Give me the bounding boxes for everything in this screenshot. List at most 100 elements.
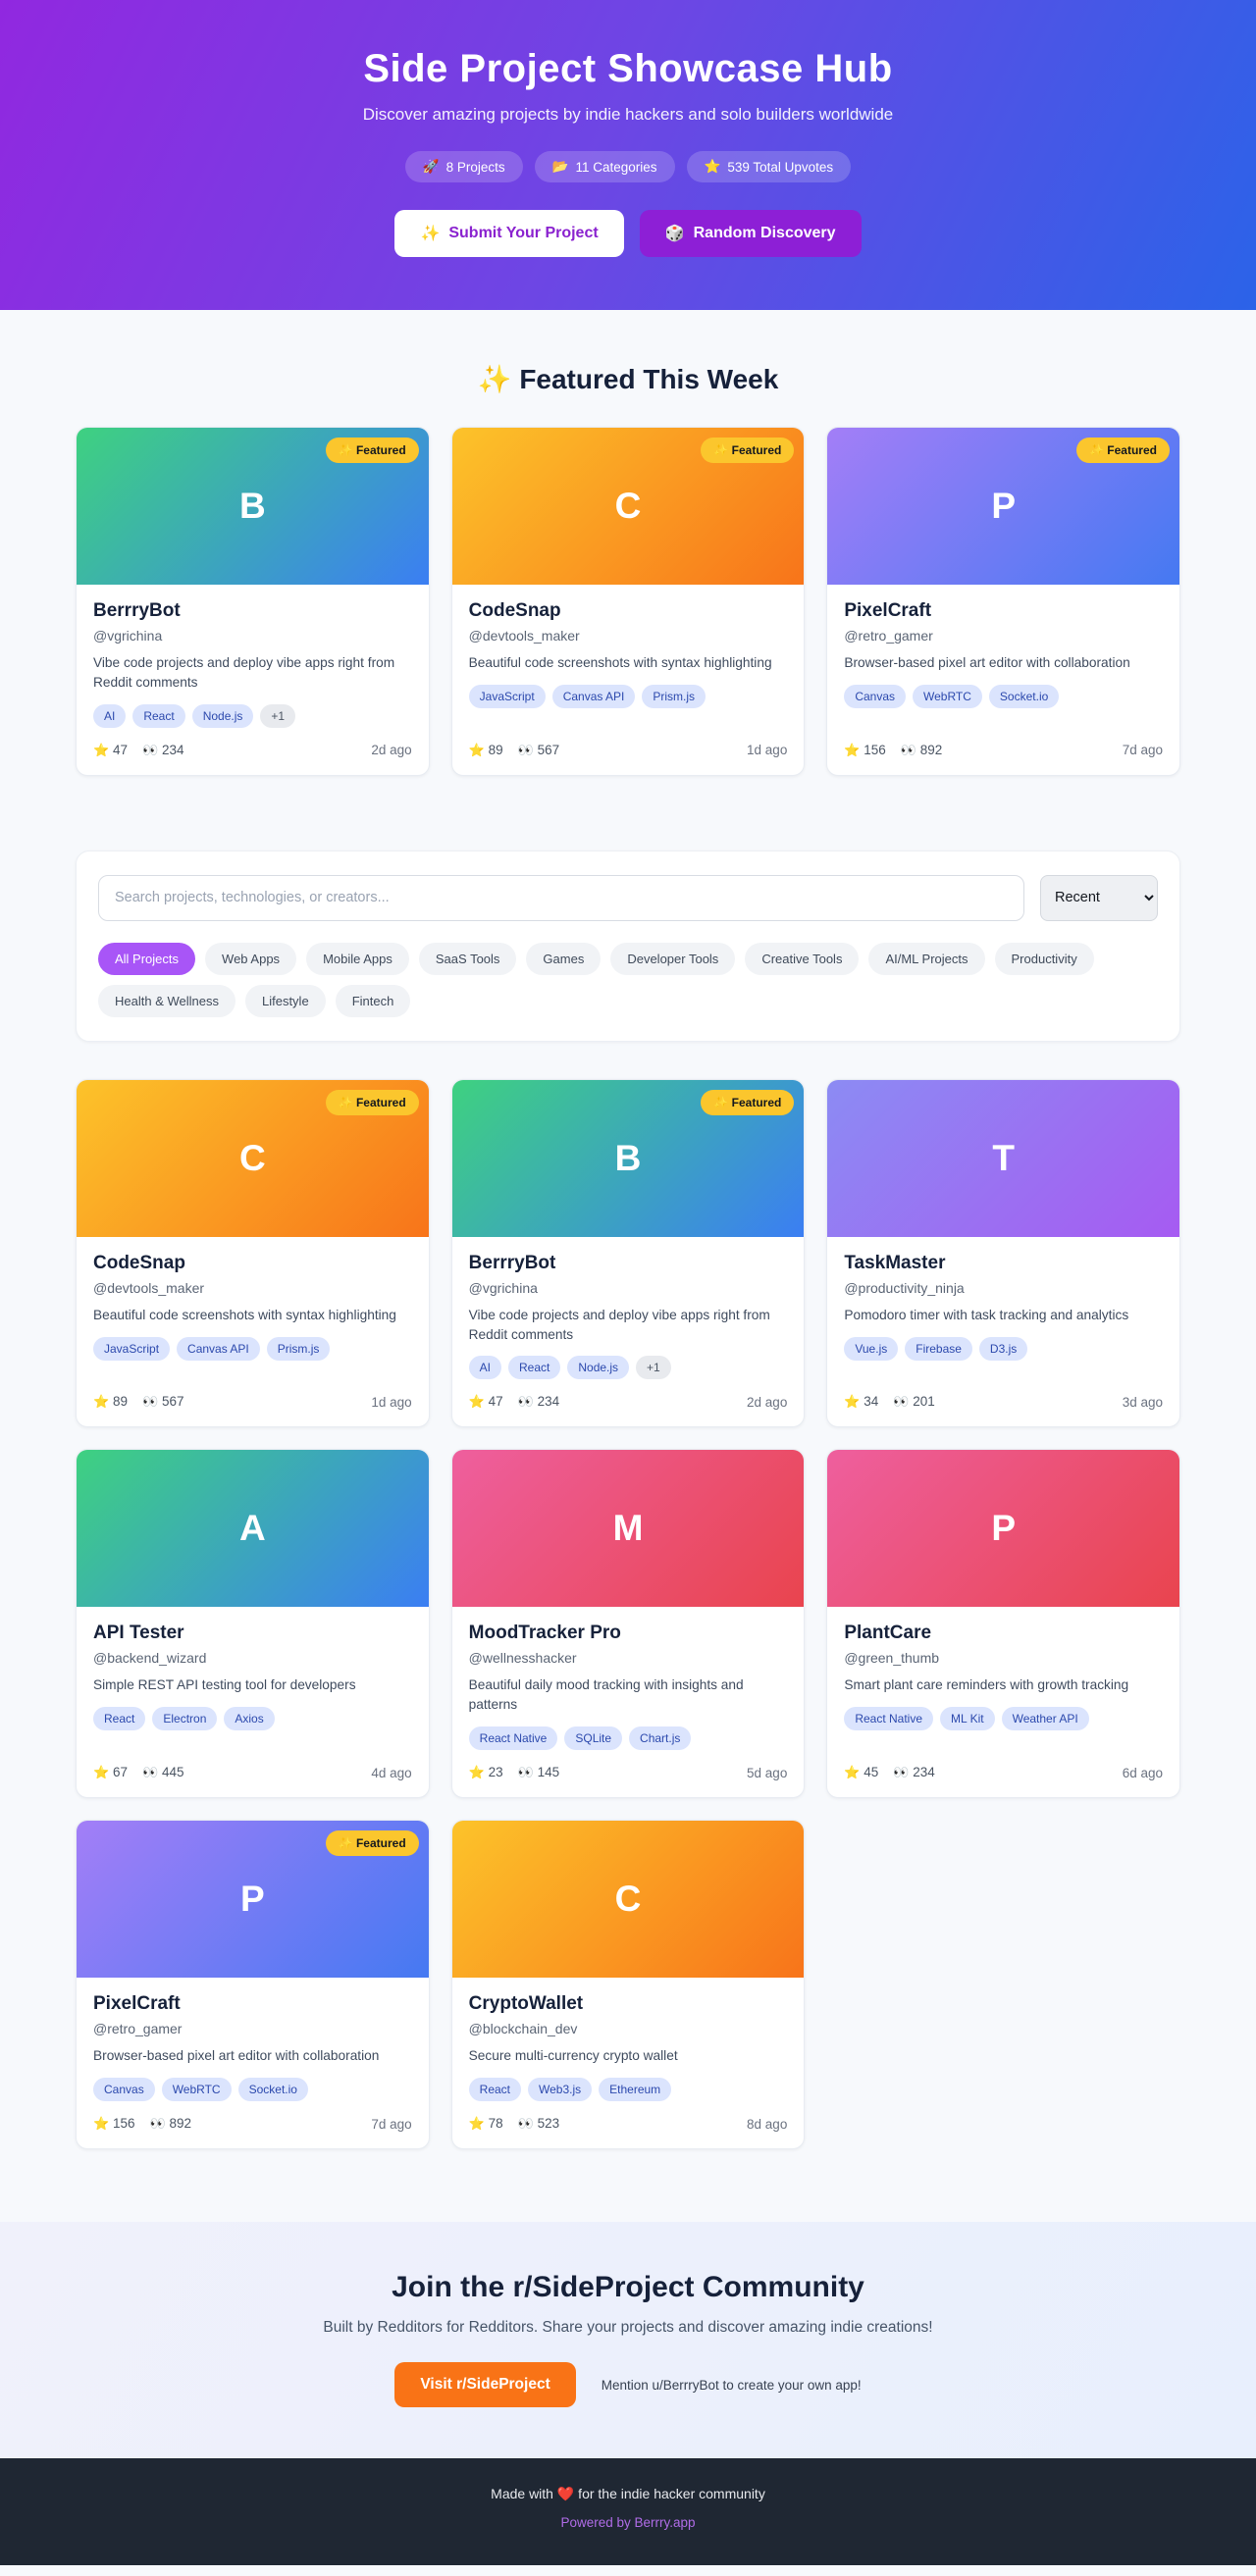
creator-handle[interactable]: @wellnesshacker bbox=[469, 1650, 788, 1666]
powered-by-link[interactable]: Powered by Berrry.app bbox=[560, 2515, 695, 2530]
card-stats: ⭐ 47 👀 234 2d ago bbox=[93, 728, 412, 758]
creator-handle[interactable]: @devtools_maker bbox=[93, 1280, 412, 1296]
project-description: Browser-based pixel art editor with coll… bbox=[93, 2048, 380, 2064]
random-discovery-label: Random Discovery bbox=[693, 225, 836, 241]
filter-chips: All Projects Web Apps Mobile Apps SaaS Tool… bbox=[98, 942, 1158, 1017]
filter-chip-mobile-apps[interactable]: Mobile Apps bbox=[306, 942, 409, 975]
card-stats: ⭐ 45 👀 234 6d ago bbox=[844, 1750, 1163, 1780]
favorite-heart-icon[interactable]: 🤍 bbox=[1134, 1252, 1163, 1275]
page-subtitle: Discover amazing projects by indie hacke… bbox=[362, 105, 894, 124]
filter-chip-web-apps[interactable]: Web Apps bbox=[205, 942, 297, 975]
views-stat: 👀 523 bbox=[517, 2116, 560, 2132]
stat-label: 539 Total Upvotes bbox=[727, 159, 834, 175]
filter-chip-productivity[interactable]: Productivity bbox=[994, 942, 1094, 975]
eyes-icon: 👀 bbox=[141, 742, 159, 757]
filter-chip-lifestyle[interactable]: Lifestyle bbox=[244, 984, 326, 1017]
favorite-heart-icon[interactable]: 🤍 bbox=[384, 1993, 412, 2016]
project-card[interactable]: ✨ Featured P PixelCraft 🤍 @retro_gamer B… bbox=[76, 1820, 430, 2150]
featured-grid: ✨ Featured B BerrryBot 🤍 @vgrichina Vibe… bbox=[76, 427, 1180, 776]
project-card[interactable]: T TaskMaster 🤍 @productivity_ninja Pomod… bbox=[826, 1078, 1180, 1428]
star-icon: ⭐ bbox=[93, 742, 110, 757]
hero-stat-pill: 🚀 8 Projects bbox=[404, 151, 523, 182]
project-card[interactable]: ✨ Featured B BerrryBot 🤍 @vgrichina Vibe… bbox=[76, 427, 430, 776]
project-card[interactable]: M MoodTracker Pro 🤍 @wellnesshacker Beau… bbox=[450, 1449, 806, 1799]
views-stat: 👀 234 bbox=[893, 1765, 935, 1780]
filter-chip-all-projects[interactable]: All Projects bbox=[98, 942, 196, 975]
project-card[interactable]: ✨ Featured P PixelCraft 🤍 @retro_gamer B… bbox=[826, 427, 1180, 776]
favorite-heart-icon[interactable]: 🤍 bbox=[384, 1252, 412, 1275]
creator-handle[interactable]: @blockchain_dev bbox=[469, 2021, 788, 2036]
creator-handle[interactable]: @retro_gamer bbox=[93, 2021, 412, 2036]
filter-chip-fintech[interactable]: Fintech bbox=[335, 984, 411, 1017]
views-stat: 👀 234 bbox=[141, 742, 184, 757]
age-label: 3d ago bbox=[1122, 1394, 1163, 1410]
project-card[interactable]: P PlantCare 🤍 @green_thumb Smart plant c… bbox=[826, 1449, 1180, 1799]
submit-project-button[interactable]: ✨ Submit Your Project bbox=[394, 210, 624, 257]
card-stats: ⭐ 156 👀 892 7d ago bbox=[844, 728, 1163, 758]
project-description: Vibe code projects and deploy vibe apps … bbox=[93, 655, 395, 690]
tag-list: Canvas WebRTC Socket.io bbox=[844, 684, 1163, 708]
filter-chip-developer-tools[interactable]: Developer Tools bbox=[610, 942, 736, 975]
hero-actions: ✨ Submit Your Project 🎲 Random Discovery bbox=[0, 210, 1256, 257]
project-card[interactable]: ✨ Featured C CodeSnap 🤍 @devtools_maker … bbox=[76, 1078, 430, 1428]
star-icon: ⭐ bbox=[468, 742, 485, 757]
tech-tag: Socket.io bbox=[988, 684, 1060, 708]
sort-select[interactable]: Recent bbox=[1040, 874, 1158, 921]
filter-chip-games[interactable]: Games bbox=[526, 942, 602, 975]
favorite-heart-icon[interactable]: 🤍 bbox=[759, 600, 788, 623]
project-card[interactable]: ✨ Featured B BerrryBot 🤍 @vgrichina Vibe… bbox=[450, 1078, 806, 1428]
favorite-heart-icon[interactable]: 🤍 bbox=[1134, 600, 1163, 623]
creator-handle[interactable]: @retro_gamer bbox=[844, 628, 1163, 644]
creator-handle[interactable]: @vgrichina bbox=[93, 628, 412, 644]
projects-grid: ✨ Featured C CodeSnap 🤍 @devtools_maker … bbox=[76, 1078, 1180, 2150]
creator-handle[interactable]: @productivity_ninja bbox=[844, 1280, 1163, 1296]
tech-tag: React bbox=[93, 1707, 146, 1731]
project-letter: M bbox=[612, 1508, 644, 1549]
favorite-heart-icon[interactable]: 🤍 bbox=[384, 1623, 412, 1645]
upvotes-stat: ⭐ 23 bbox=[468, 1765, 503, 1780]
search-input[interactable] bbox=[98, 874, 1024, 921]
filter-chip-creative-tools[interactable]: Creative Tools bbox=[745, 942, 860, 975]
project-card[interactable]: A API Tester 🤍 @backend_wizard Simple RE… bbox=[76, 1449, 430, 1799]
tech-tag: AI bbox=[468, 1356, 501, 1380]
tech-tag: Canvas bbox=[93, 2078, 155, 2102]
creator-handle[interactable]: @backend_wizard bbox=[93, 1650, 412, 1666]
card-stats: ⭐ 23 👀 145 5d ago bbox=[469, 1750, 788, 1780]
visit-subreddit-button[interactable]: Visit r/SideProject bbox=[394, 2362, 576, 2408]
creator-handle[interactable]: @green_thumb bbox=[844, 1650, 1163, 1666]
project-letter: P bbox=[239, 1879, 265, 1920]
age-label: 2d ago bbox=[747, 1394, 788, 1410]
favorite-heart-icon[interactable]: 🤍 bbox=[759, 1623, 788, 1645]
stat-label: 11 Categories bbox=[575, 159, 657, 175]
project-title: MoodTracker Pro bbox=[468, 1623, 621, 1644]
creator-handle[interactable]: @vgrichina bbox=[469, 1280, 788, 1296]
project-card[interactable]: ✨ Featured C CodeSnap 🤍 @devtools_maker … bbox=[450, 427, 806, 776]
filter-chip-health-wellness[interactable]: Health & Wellness bbox=[98, 984, 236, 1017]
project-description: Pomodoro timer with task tracking and an… bbox=[844, 1307, 1129, 1322]
project-title: BerrryBot bbox=[93, 600, 181, 621]
project-title: PixelCraft bbox=[93, 1993, 181, 2015]
views-stat: 👀 234 bbox=[517, 1394, 560, 1410]
card-stats: ⭐ 67 👀 445 4d ago bbox=[93, 1750, 412, 1780]
tech-tag: Canvas API bbox=[551, 684, 636, 708]
filter-chip-saas-tools[interactable]: SaaS Tools bbox=[418, 942, 517, 975]
filter-chip-ai-ml-projects[interactable]: AI/ML Projects bbox=[868, 942, 985, 975]
eyes-icon: 👀 bbox=[517, 742, 534, 757]
creator-handle[interactable]: @devtools_maker bbox=[469, 628, 788, 644]
hero-stat-pill: 📂 11 Categories bbox=[534, 151, 675, 182]
tech-tag: SQLite bbox=[564, 1726, 623, 1751]
project-card[interactable]: C CryptoWallet 🤍 @blockchain_dev Secure … bbox=[450, 1820, 806, 2150]
project-description: Beautiful code screenshots with syntax h… bbox=[93, 1307, 396, 1322]
age-label: 1d ago bbox=[371, 1394, 412, 1410]
random-discovery-button[interactable]: 🎲 Random Discovery bbox=[639, 210, 862, 257]
project-title: CodeSnap bbox=[468, 600, 561, 621]
favorite-heart-icon[interactable]: 🤍 bbox=[759, 1252, 788, 1275]
favorite-heart-icon[interactable]: 🤍 bbox=[759, 1993, 788, 2016]
project-thumbnail: A bbox=[77, 1450, 429, 1608]
cta-note: Mention u/BerrryBot to create your own a… bbox=[601, 2377, 862, 2393]
cta-heading: Join the r/SideProject Community bbox=[392, 2271, 864, 2304]
tech-tag: Weather API bbox=[1001, 1707, 1089, 1731]
project-letter: C bbox=[238, 1137, 266, 1178]
favorite-heart-icon[interactable]: 🤍 bbox=[384, 600, 412, 623]
favorite-heart-icon[interactable]: 🤍 bbox=[1134, 1623, 1163, 1645]
